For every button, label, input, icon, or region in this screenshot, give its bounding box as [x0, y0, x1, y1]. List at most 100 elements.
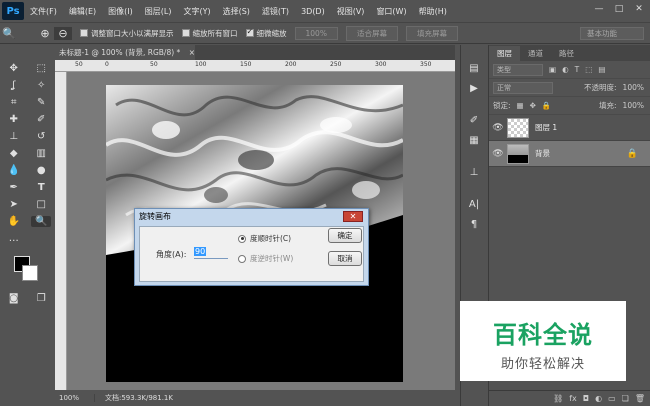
- menu-file[interactable]: 文件(F): [24, 6, 63, 17]
- visibility-eye-icon[interactable]: 👁: [489, 123, 507, 133]
- healing-brush-tool-icon[interactable]: ✚: [4, 114, 24, 125]
- fill-value[interactable]: 100%: [623, 101, 644, 110]
- opacity-value[interactable]: 100%: [623, 83, 644, 92]
- fit-screen-button[interactable]: 适合屏幕: [345, 25, 398, 41]
- layer-row-background[interactable]: 👁 背景 🔒: [489, 141, 650, 167]
- type-tool-icon[interactable]: T: [31, 182, 51, 193]
- menu-type[interactable]: 文字(Y): [177, 6, 216, 17]
- tab-layers[interactable]: 图层: [489, 46, 520, 61]
- dialog-close-button[interactable]: ✕: [343, 211, 363, 222]
- close-window-button[interactable]: ✕: [632, 3, 646, 15]
- maximize-button[interactable]: □: [612, 3, 626, 15]
- history-panel-icon[interactable]: ▤: [461, 59, 487, 79]
- counterclockwise-radio-dot[interactable]: [238, 254, 246, 263]
- menu-filter[interactable]: 滤镜(T): [256, 6, 295, 17]
- close-tab-icon[interactable]: ×: [189, 48, 195, 57]
- clone-stamp-tool-icon[interactable]: ⊥: [4, 131, 24, 142]
- character-panel-icon[interactable]: A|: [461, 195, 487, 215]
- opacity-label: 不透明度:: [584, 83, 617, 92]
- filter-pixel-icon[interactable]: ▣: [549, 65, 556, 74]
- add-mask-icon[interactable]: ◘: [583, 394, 589, 403]
- blend-mode-select[interactable]: 正常: [493, 81, 553, 94]
- magic-wand-tool-icon[interactable]: ✧: [31, 80, 51, 91]
- filter-smart-icon[interactable]: ▤: [598, 65, 605, 74]
- brush-presets-icon[interactable]: ▦: [461, 131, 487, 151]
- menu-layer[interactable]: 图层(L): [139, 6, 178, 17]
- layer-style-icon[interactable]: fx: [569, 394, 577, 403]
- more-tools-icon[interactable]: …: [4, 233, 24, 244]
- document-size-info: 文档:593.3K/981.1K: [105, 394, 173, 402]
- scrubby-zoom-box[interactable]: [245, 27, 254, 37]
- angle-input[interactable]: 90: [194, 247, 228, 259]
- document-tab-title: 未标题-1 @ 100% (背景, RGB/8) *: [59, 48, 181, 57]
- menu-select[interactable]: 选择(S): [217, 6, 256, 17]
- paragraph-panel-icon[interactable]: ¶: [461, 215, 487, 235]
- filter-shape-icon[interactable]: ⬚: [585, 65, 592, 74]
- ok-button[interactable]: 确定: [328, 228, 362, 243]
- blur-tool-icon[interactable]: 💧: [4, 165, 24, 176]
- menu-help[interactable]: 帮助(H): [413, 6, 453, 17]
- zoom-all-checkbox[interactable]: 缩放所有窗口: [181, 28, 238, 39]
- background-color-swatch[interactable]: [22, 265, 38, 281]
- tab-paths[interactable]: 路径: [551, 46, 582, 61]
- visibility-eye-icon[interactable]: 👁: [489, 149, 507, 159]
- dodge-tool-icon[interactable]: ●: [31, 165, 51, 176]
- quick-mask-icon[interactable]: ◙: [4, 293, 24, 304]
- move-tool-icon[interactable]: ✥: [4, 63, 24, 74]
- status-bar: 100% 文档:593.3K/981.1K: [55, 390, 455, 406]
- eyedropper-tool-icon[interactable]: ✎: [31, 97, 51, 108]
- crop-tool-icon[interactable]: ⌗: [4, 97, 24, 108]
- lock-all-icon[interactable]: 🔒: [542, 101, 551, 110]
- fill-screen-button[interactable]: 填充屏幕: [405, 25, 458, 41]
- actions-panel-icon[interactable]: ▶: [461, 79, 487, 99]
- minimize-button[interactable]: —: [592, 3, 606, 15]
- cancel-button[interactable]: 取消: [328, 251, 362, 266]
- pen-tool-icon[interactable]: ✒: [4, 182, 24, 193]
- scrubby-zoom-checkbox[interactable]: 细微缩放: [245, 27, 287, 39]
- zoom-100-button[interactable]: 100%: [294, 26, 338, 40]
- menu-window[interactable]: 窗口(W): [370, 6, 412, 17]
- menu-image[interactable]: 图像(I): [102, 6, 139, 17]
- new-layer-icon[interactable]: ❏: [622, 394, 629, 403]
- history-brush-tool-icon[interactable]: ↺: [31, 131, 51, 142]
- clockwise-radio-dot[interactable]: [238, 234, 246, 243]
- zoom-in-icon[interactable]: ⊕: [36, 27, 54, 40]
- marquee-tool-icon[interactable]: ⬚: [31, 63, 51, 74]
- menu-view[interactable]: 视图(V): [331, 6, 371, 17]
- adjustment-layer-icon[interactable]: ◐: [595, 394, 602, 403]
- lock-pixels-icon[interactable]: ▦: [517, 101, 524, 110]
- new-group-icon[interactable]: ▭: [608, 394, 616, 403]
- filter-type-icon[interactable]: T: [575, 65, 580, 74]
- lock-position-icon[interactable]: ✥: [530, 101, 536, 110]
- tab-channels[interactable]: 通道: [520, 46, 551, 61]
- ruler-label: 100: [195, 61, 207, 68]
- clone-source-icon[interactable]: ⊥: [461, 163, 487, 183]
- hand-tool-icon[interactable]: ✋: [4, 216, 24, 227]
- zoom-tool-icon[interactable]: 🔍: [0, 27, 18, 40]
- zoom-all-box[interactable]: [181, 29, 190, 37]
- lasso-tool-icon[interactable]: ʆ: [4, 80, 24, 91]
- gradient-tool-icon[interactable]: ▥: [31, 148, 51, 159]
- layer-row-layer1[interactable]: 👁 图层 1: [489, 115, 650, 141]
- eraser-tool-icon[interactable]: ◆: [4, 148, 24, 159]
- menu-3d[interactable]: 3D(D): [295, 7, 331, 16]
- document-tab[interactable]: 未标题-1 @ 100% (背景, RGB/8) * ×: [55, 45, 195, 60]
- link-layers-icon[interactable]: ⛓: [553, 394, 563, 403]
- zoom-tool-active-icon[interactable]: 🔍: [31, 216, 52, 227]
- zoom-level[interactable]: 100%: [55, 394, 95, 402]
- brush-tool-icon[interactable]: ✐: [31, 114, 51, 125]
- brush-panel-icon[interactable]: ✐: [461, 111, 487, 131]
- rectangle-tool-icon[interactable]: □: [31, 199, 51, 210]
- clockwise-radio[interactable]: 度顺时针(C): [238, 233, 291, 244]
- zoom-out-icon[interactable]: ⊖: [54, 26, 72, 40]
- path-select-tool-icon[interactable]: ➤: [4, 199, 24, 210]
- menu-edit[interactable]: 编辑(E): [63, 6, 102, 17]
- counterclockwise-radio[interactable]: 度逆时针(W): [238, 253, 293, 264]
- delete-layer-icon[interactable]: 🗑: [635, 394, 645, 403]
- workspace-select[interactable]: 基本功能: [580, 27, 644, 40]
- screen-mode-icon[interactable]: ❐: [31, 293, 51, 304]
- layer-kind-filter[interactable]: 类型: [493, 63, 543, 76]
- filter-adjust-icon[interactable]: ◐: [562, 65, 569, 74]
- fit-windows-box[interactable]: [80, 29, 88, 37]
- fit-windows-checkbox[interactable]: 调整窗口大小以满屏显示: [80, 28, 174, 39]
